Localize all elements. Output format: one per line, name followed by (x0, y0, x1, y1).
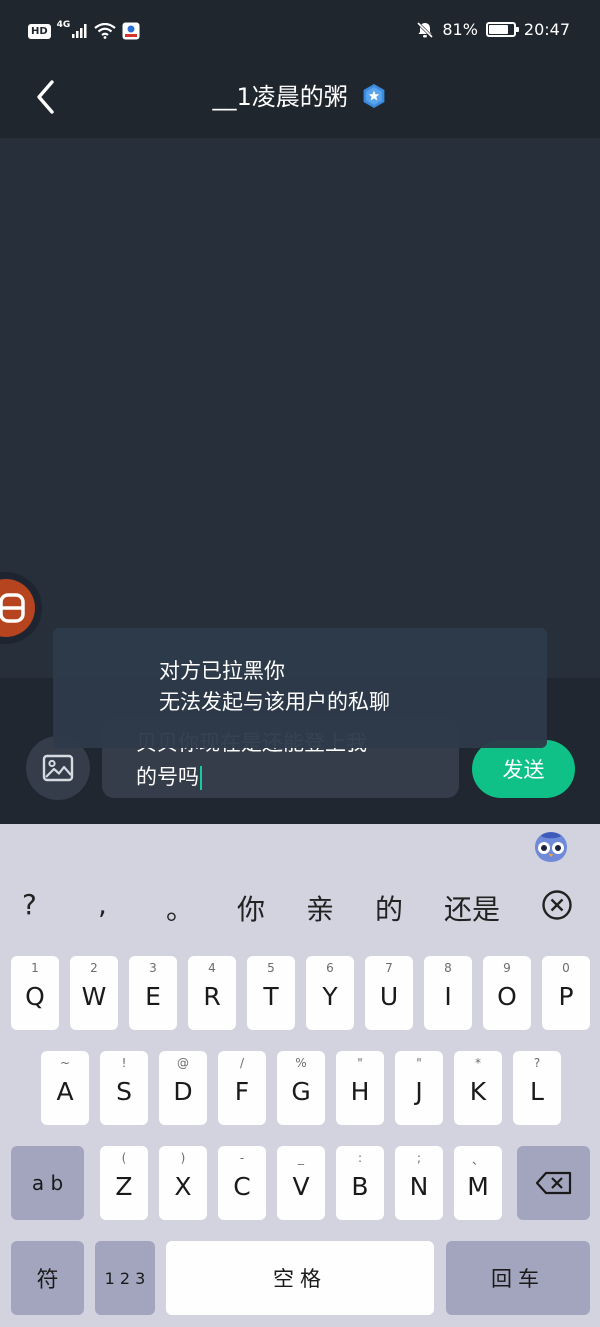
network-label: 4G (56, 20, 71, 30)
app-notification-icon (122, 22, 140, 40)
status-right: 81% 20:47 (416, 20, 570, 39)
image-icon (42, 754, 74, 782)
blocked-toast: 对方已拉黑你 无法发起与该用户的私聊 (53, 628, 547, 748)
candidate-item[interactable]: 。 (166, 888, 194, 928)
floating-avatar-inner (0, 579, 35, 637)
key-q[interactable]: 1Q (11, 956, 59, 1030)
mute-bell-icon (417, 21, 434, 38)
number-key[interactable]: 1 2 3 (95, 1241, 155, 1315)
candidate-item[interactable]: , (98, 888, 107, 921)
key-x[interactable]: ) X (159, 1146, 207, 1220)
toast-line1: 对方已拉黑你 (159, 659, 285, 683)
backspace-icon (535, 1171, 571, 1195)
key-e[interactable]: 3E (129, 956, 177, 1030)
key-v[interactable]: _ V (277, 1146, 325, 1220)
candidate-item[interactable]: ? (22, 888, 37, 921)
key-j[interactable]: " J (395, 1051, 443, 1125)
key-a[interactable]: ~ A (41, 1051, 89, 1125)
keyboard: ? , 。 你 亲 的 还是 1Q 2W 3E 4R 5T 6Y 7U 8I 9… (0, 824, 600, 1327)
key-u[interactable]: 7U (365, 956, 413, 1030)
battery-fill (488, 25, 509, 34)
candidate-item[interactable]: 亲 (306, 888, 334, 928)
wifi-icon (94, 23, 117, 39)
chat-area (0, 138, 600, 678)
key-p[interactable]: 0P (542, 956, 590, 1030)
face-icon (0, 593, 25, 623)
battery-icon (485, 22, 519, 37)
key-s[interactable]: ! S (100, 1051, 148, 1125)
signal-icon (72, 24, 87, 38)
key-w[interactable]: 2W (70, 956, 118, 1030)
key-i[interactable]: 8I (424, 956, 472, 1030)
status-left: HD 4G (28, 20, 140, 40)
key-b[interactable]: :B (336, 1146, 384, 1220)
chat-header: __1凌晨的粥 (0, 64, 600, 138)
key-t[interactable]: 5T (247, 956, 295, 1030)
key-d[interactable]: @ D (159, 1051, 207, 1125)
candidate-bar: ? , 。 你 亲 的 还是 (0, 880, 600, 934)
close-candidates-icon[interactable] (540, 888, 574, 922)
key-k[interactable]: * K (454, 1051, 502, 1125)
message-input-line2: 的号吗 (136, 765, 199, 789)
keyboard-toolbar (0, 824, 600, 872)
space-key[interactable]: 空格 (166, 1241, 434, 1315)
key-l[interactable]: ? L (513, 1051, 561, 1125)
battery-percent: 81% (442, 20, 478, 39)
message-input-line2-wrap: 的号吗 (136, 760, 425, 794)
key-h[interactable]: " H (336, 1051, 384, 1125)
title-wrap: __1凌晨的粥 (0, 80, 600, 114)
verified-badge-icon (364, 84, 385, 108)
key-f[interactable]: / F (218, 1051, 266, 1125)
hd-badge: HD (28, 23, 51, 39)
key-y[interactable]: 6Y (306, 956, 354, 1030)
keyboard-mascot-icon[interactable] (533, 830, 569, 864)
candidate-item[interactable]: 你 (237, 888, 265, 928)
page-title: __1凌晨的粥 (212, 83, 348, 111)
key-c[interactable]: -C (218, 1146, 266, 1220)
candidate-item[interactable]: 还是 (444, 888, 500, 928)
key-o[interactable]: 9O (483, 956, 531, 1030)
key-r[interactable]: 4R (188, 956, 236, 1030)
clock: 20:47 (523, 20, 570, 39)
key-m[interactable]: 、 M (454, 1146, 502, 1220)
ab-switch-key[interactable]: a b (11, 1146, 84, 1220)
text-caret (200, 766, 202, 790)
send-button[interactable]: 发送 (472, 740, 575, 798)
symbol-key[interactable]: 符 (11, 1241, 84, 1315)
key-g[interactable]: % G (277, 1051, 325, 1125)
floating-assistant-button[interactable] (0, 572, 42, 644)
backspace-key[interactable] (517, 1146, 590, 1220)
toast-line2: 无法发起与该用户的私聊 (159, 690, 390, 714)
status-bar: HD 4G 81% 20:47 (0, 0, 600, 64)
candidate-item[interactable]: 的 (375, 888, 403, 928)
key-z[interactable]: (Z (100, 1146, 148, 1220)
key-n[interactable]: ; N (395, 1146, 443, 1220)
enter-key[interactable]: 回车 (446, 1241, 590, 1315)
